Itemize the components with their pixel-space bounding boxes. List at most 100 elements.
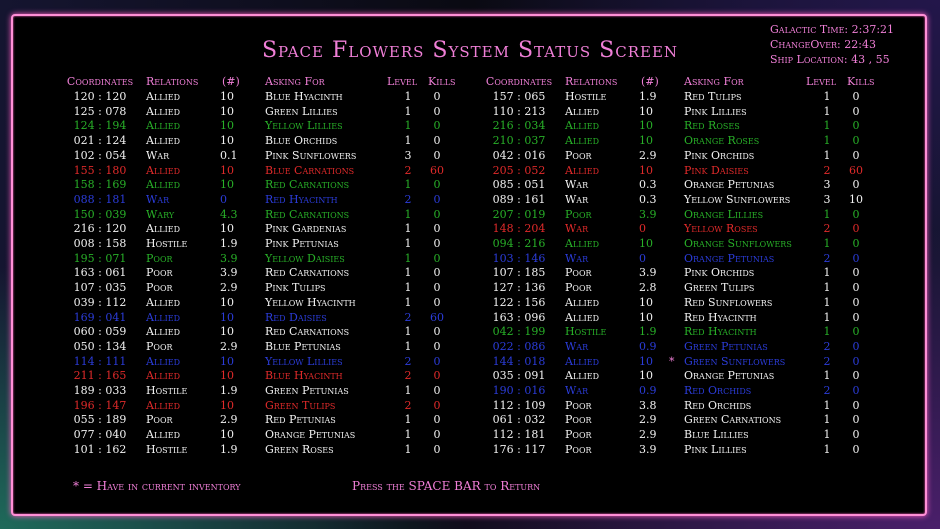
- cell-num: 2.9: [220, 339, 238, 353]
- cell-num: 10: [220, 134, 234, 148]
- cell-asking-for: Green Tulips: [265, 398, 336, 412]
- cell-num: 3.9: [220, 266, 238, 280]
- cell-level: 3: [823, 192, 831, 206]
- table-row: 061 : 032 Poor 2.9 Green Carnations 1 0: [477, 413, 897, 427]
- header-coordinates: Coordinates: [485, 75, 553, 88]
- table-row: 042 : 016 Poor 2.9 Pink Orchids 1 0: [477, 149, 897, 163]
- cell-kills: 0: [852, 310, 860, 324]
- cell-kills: 0: [852, 295, 860, 309]
- cell-coordinates: 176 : 117: [492, 442, 546, 456]
- galactic-time: Galactic Time: 2:37:21: [770, 23, 895, 36]
- cell-kills: 0: [852, 354, 860, 368]
- header-level: Level: [806, 75, 837, 88]
- cell-num: 2.9: [639, 428, 657, 442]
- cell-relations: Allied: [146, 163, 180, 177]
- cell-relations: Poor: [565, 266, 592, 280]
- cell-coordinates: 207 : 019: [492, 207, 546, 221]
- cell-level: 1: [404, 222, 412, 236]
- cell-relations: Poor: [565, 281, 592, 295]
- cell-asking-for: Green Tulips: [684, 281, 755, 295]
- header-num: (#): [222, 75, 240, 88]
- cell-asking-for: Red Orchids: [684, 384, 752, 397]
- cell-coordinates: 196 : 147: [73, 398, 127, 412]
- cell-coordinates: 094 : 216: [492, 237, 546, 250]
- cell-num: 10: [639, 104, 653, 118]
- cell-coordinates: 085 : 051: [492, 178, 546, 192]
- return-prompt[interactable]: Press the SPACE BAR to Return: [352, 479, 540, 493]
- cell-num: 10: [220, 310, 234, 324]
- cell-level: 1: [404, 104, 412, 118]
- cell-asking-for: Yellow Lillies: [265, 354, 343, 368]
- cell-kills: 0: [433, 398, 441, 412]
- cell-relations: War: [565, 339, 589, 353]
- cell-relations: Allied: [565, 237, 599, 250]
- cell-coordinates: 124 : 194: [73, 119, 127, 133]
- cell-num: 0.3: [639, 178, 657, 192]
- cell-level: 1: [823, 369, 831, 383]
- cell-level: 1: [823, 310, 831, 324]
- cell-asking-for: Orange Petunias: [684, 369, 775, 383]
- table-row: 042 : 199 Hostile 1.9 Red Hyacinth 1 0: [477, 325, 897, 339]
- cell-relations: Allied: [565, 295, 599, 309]
- cell-asking-for: Orange Lillies: [684, 207, 764, 221]
- table-row: 169 : 041 Allied 10 Red Daisies 2 60: [58, 311, 478, 325]
- inventory-star: *: [669, 354, 675, 368]
- cell-relations: Allied: [146, 295, 180, 309]
- cell-kills: 0: [852, 148, 860, 162]
- cell-num: 10: [639, 119, 653, 133]
- table-row: 107 : 035 Poor 2.9 Pink Tulips 1 0: [58, 281, 478, 295]
- cell-num: 2.9: [639, 148, 657, 162]
- cell-level: 2: [404, 398, 412, 412]
- cell-kills: 0: [433, 413, 441, 427]
- cell-num: 1.9: [220, 384, 238, 397]
- header-kills: Kills: [847, 75, 875, 88]
- cell-coordinates: 190 : 016: [492, 384, 546, 397]
- cell-asking-for: Pink Tulips: [265, 281, 326, 295]
- cell-kills: 60: [849, 163, 863, 177]
- cell-coordinates: 110 : 213: [492, 104, 546, 118]
- cell-level: 1: [404, 90, 412, 103]
- cell-kills: 0: [433, 369, 441, 383]
- cell-coordinates: 163 : 061: [73, 266, 127, 280]
- cell-asking-for: Blue Carnations: [265, 163, 355, 177]
- cell-num: 3.9: [639, 266, 657, 280]
- cell-kills: 0: [433, 354, 441, 368]
- table-row: 008 : 158 Hostile 1.9 Pink Petunias 1 0: [58, 237, 478, 251]
- cell-kills: 0: [852, 237, 860, 250]
- cell-num: 10: [220, 119, 234, 133]
- cell-relations: War: [565, 192, 589, 206]
- cell-coordinates: 216 : 034: [492, 119, 546, 133]
- cell-level: 1: [823, 90, 831, 103]
- cell-level: 2: [404, 369, 412, 383]
- cell-asking-for: Yellow Hyacinth: [265, 295, 356, 309]
- cell-asking-for: Yellow Sunflowers: [684, 192, 791, 206]
- header-level: Level: [387, 75, 418, 88]
- cell-level: 1: [404, 281, 412, 295]
- cell-level: 2: [823, 384, 831, 397]
- cell-kills: 0: [433, 281, 441, 295]
- cell-level: 2: [823, 163, 831, 177]
- cell-relations: Poor: [565, 207, 592, 221]
- cell-kills: 0: [433, 266, 441, 280]
- cell-kills: 0: [852, 222, 860, 236]
- cell-relations: Hostile: [565, 325, 607, 339]
- cell-num: 3.9: [220, 251, 238, 265]
- cell-coordinates: 163 : 096: [492, 310, 546, 324]
- cell-kills: 0: [433, 251, 441, 265]
- cell-asking-for: Red Daisies: [265, 310, 327, 324]
- cell-level: 1: [404, 237, 412, 250]
- cell-level: 3: [404, 148, 412, 162]
- cell-relations: War: [146, 192, 170, 206]
- header-asking-for: Asking For: [265, 75, 325, 88]
- cell-asking-for: Red Carnations: [265, 178, 350, 192]
- cell-level: 2: [823, 339, 831, 353]
- cell-relations: Allied: [565, 119, 599, 133]
- cell-kills: 0: [852, 178, 860, 192]
- cell-level: 1: [404, 339, 412, 353]
- cell-asking-for: Red Tulips: [684, 90, 742, 103]
- cell-num: 0: [639, 251, 646, 265]
- cell-level: 2: [404, 354, 412, 368]
- header-relations: Relations: [146, 75, 199, 88]
- cell-asking-for: Yellow Daisies: [265, 251, 345, 265]
- table-row: 190 : 016 War 0.9 Red Orchids 2 0: [477, 384, 897, 398]
